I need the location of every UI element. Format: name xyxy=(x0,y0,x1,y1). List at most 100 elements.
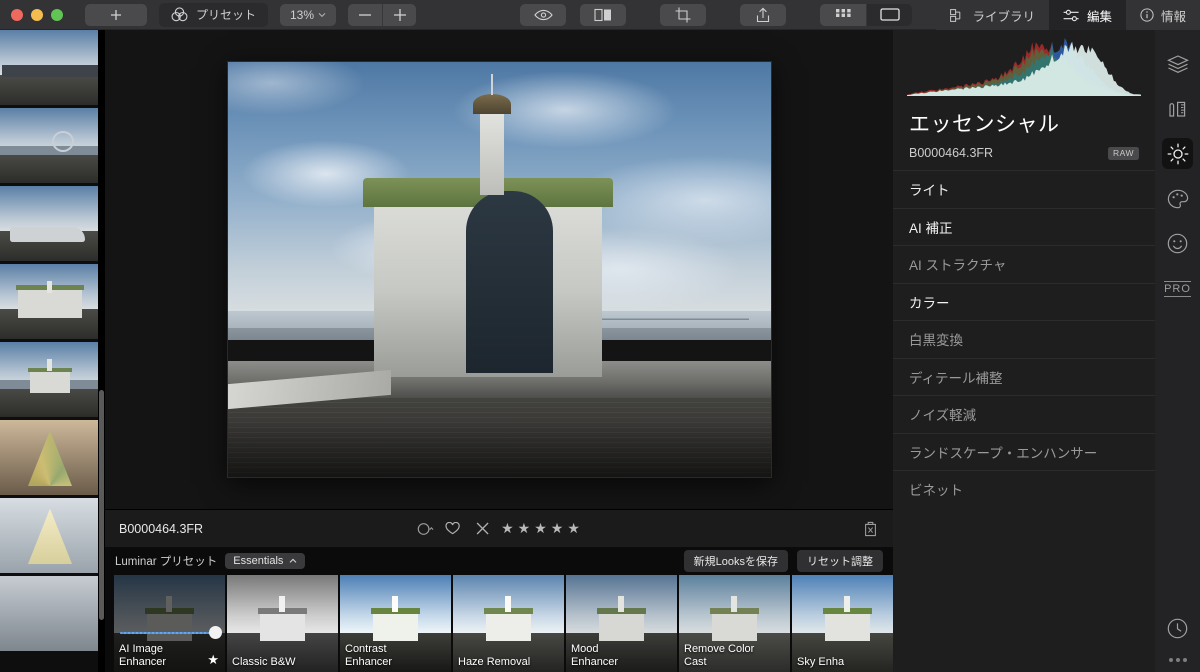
pro-icon[interactable]: PRO xyxy=(1162,273,1193,304)
adjustment-label: ライト xyxy=(909,183,950,199)
adjustment-item-light[interactable]: ライト xyxy=(893,170,1155,208)
preset-ai-image-enhancer[interactable]: AI Image Enhancer ★ xyxy=(114,575,225,672)
filmstrip-scrollbar[interactable] xyxy=(99,390,104,620)
palette-creative-icon[interactable] xyxy=(1162,183,1193,214)
preset-haze-removal[interactable]: Haze Removal xyxy=(453,575,564,672)
layers-icon[interactable] xyxy=(1162,48,1193,79)
dot-2 xyxy=(1175,658,1180,662)
star-5[interactable]: ★ xyxy=(567,520,581,537)
tab-library[interactable]: ライブラリ xyxy=(936,0,1049,30)
preset-favorite-star-icon[interactable]: ★ xyxy=(207,652,219,668)
thumb-atrium xyxy=(0,576,100,651)
star-1[interactable]: ★ xyxy=(501,520,515,537)
zoom-level-select[interactable]: 13% xyxy=(280,3,337,26)
window-controls[interactable] xyxy=(0,8,73,21)
filmstrip-thumb-6[interactable] xyxy=(0,498,100,573)
preset-sky-enhancer[interactable]: Sky Enha xyxy=(792,575,893,672)
adjustment-label: AI 補正 xyxy=(909,220,953,236)
reject-x-icon[interactable] xyxy=(476,522,489,535)
filmstrip-scroll-rail[interactable] xyxy=(98,30,105,672)
star-3[interactable]: ★ xyxy=(534,520,548,537)
preset-contrast-enhancer[interactable]: Contrast Enhancer xyxy=(340,575,451,672)
star-rating[interactable]: ★ ★ ★ ★ ★ xyxy=(501,520,581,537)
star-4[interactable]: ★ xyxy=(551,520,565,537)
filmstrip-thumb-5[interactable] xyxy=(0,420,100,495)
close-button[interactable] xyxy=(11,8,23,21)
tab-info[interactable]: 情報 xyxy=(1125,0,1200,30)
filmstrip[interactable] xyxy=(0,30,105,672)
adjustment-item-vignette[interactable]: ビネット xyxy=(893,470,1155,508)
thumb-building xyxy=(147,611,192,641)
edit-panel: エッセンシャル B0000464.3FR RAW ライト AI 補正 AI スト… xyxy=(893,30,1155,672)
reset-adjustments-button[interactable]: リセット調整 xyxy=(797,550,883,572)
preset-remove-color-cast[interactable]: Remove Color Cast xyxy=(679,575,790,672)
filmstrip-thumb-1[interactable] xyxy=(0,108,100,183)
filmstrip-thumb-7[interactable] xyxy=(0,576,100,651)
chevron-down-icon xyxy=(318,12,326,18)
heart-icon[interactable] xyxy=(445,522,460,535)
save-new-looks-button[interactable]: 新規Looksを保存 xyxy=(683,550,788,572)
filmstrip-thumb-4[interactable] xyxy=(0,342,100,417)
crop-button[interactable] xyxy=(660,3,706,26)
color-label-icon[interactable] xyxy=(417,522,435,536)
filmstrip-thumb-2[interactable] xyxy=(0,186,100,261)
main-body: B0000464.3FR ★ ★ ★ ★ ★ Luminar プリセット Ess… xyxy=(0,30,1200,672)
dot-1 xyxy=(1168,658,1173,662)
presets-button[interactable]: プリセット xyxy=(159,2,269,27)
zoom-stepper xyxy=(348,3,417,26)
preset-label: Sky Enha xyxy=(797,656,845,668)
trash-icon[interactable] xyxy=(864,521,877,537)
tools-icon[interactable] xyxy=(1162,93,1193,124)
histogram-container[interactable] xyxy=(893,30,1155,104)
share-icon xyxy=(756,7,770,23)
library-icon xyxy=(950,8,965,22)
filmstrip-thumb-3[interactable] xyxy=(0,264,100,339)
history-clock-icon[interactable] xyxy=(1162,613,1193,644)
preset-amount-slider[interactable] xyxy=(120,626,222,639)
adjustment-item-detail[interactable]: ディテール補整 xyxy=(893,357,1155,396)
preset-classic-bw[interactable]: Classic B&W xyxy=(227,575,338,672)
zoom-out-button[interactable] xyxy=(348,3,383,26)
thumb-tower xyxy=(618,596,624,612)
thumb-sea xyxy=(0,75,100,105)
adjustment-label: カラー xyxy=(909,295,950,311)
thumb-sea xyxy=(0,153,100,183)
add-button[interactable] xyxy=(85,3,147,26)
preview-toggle-button[interactable] xyxy=(520,3,566,26)
minimize-button[interactable] xyxy=(31,8,43,21)
tab-library-label: ライブラリ xyxy=(972,9,1035,24)
tab-edit[interactable]: 編集 xyxy=(1048,0,1126,30)
main-photo[interactable] xyxy=(227,62,771,477)
zoom-in-button[interactable] xyxy=(382,3,417,26)
thumb-tower xyxy=(279,596,285,612)
more-dots-icon[interactable] xyxy=(1168,658,1187,662)
adjustment-item-color[interactable]: カラー xyxy=(893,282,1155,321)
image-canvas[interactable] xyxy=(105,30,893,509)
compare-toggle-button[interactable] xyxy=(580,3,626,26)
sliders-icon xyxy=(1063,9,1080,22)
maximize-button[interactable] xyxy=(51,8,63,21)
tab-info-label: 情報 xyxy=(1160,9,1186,24)
preset-collection-select[interactable]: Essentials xyxy=(225,553,306,569)
sun-essentials-icon[interactable] xyxy=(1162,138,1193,169)
crop-icon xyxy=(675,7,691,23)
adjustment-item-ai-structure[interactable]: AI ストラクチャ xyxy=(893,245,1155,283)
single-view-button[interactable] xyxy=(866,3,912,26)
luminar-window: プリセット 13% ライブラリ 編集 情報 B0000464.3FR ★ ★ ★… xyxy=(0,0,1200,672)
adjustment-item-denoise[interactable]: ノイズ軽減 xyxy=(893,395,1155,433)
zoom-level-value: 13% xyxy=(290,7,315,22)
portrait-face-icon[interactable] xyxy=(1162,228,1193,259)
preset-label-line2: Enhancer xyxy=(119,656,167,668)
filmstrip-thumb-0[interactable] xyxy=(0,30,100,105)
star-2[interactable]: ★ xyxy=(518,520,532,537)
pro-label: PRO xyxy=(1164,280,1191,297)
grid-view-button[interactable] xyxy=(820,3,866,26)
preset-mood-enhancer[interactable]: Mood Enhancer xyxy=(566,575,677,672)
preset-strip[interactable]: AI Image Enhancer ★ Classic B&W Contrast… xyxy=(105,575,893,672)
share-button[interactable] xyxy=(740,3,786,26)
slider-knob[interactable] xyxy=(209,626,222,639)
rating-controls: ★ ★ ★ ★ ★ xyxy=(417,520,581,537)
adjustment-item-ai-enhance[interactable]: AI 補正 xyxy=(893,207,1155,246)
adjustment-item-bw-conversion[interactable]: 白黒変換 xyxy=(893,320,1155,358)
adjustment-item-landscape-enhancer[interactable]: ランドスケープ・エンハンサー xyxy=(893,432,1155,471)
